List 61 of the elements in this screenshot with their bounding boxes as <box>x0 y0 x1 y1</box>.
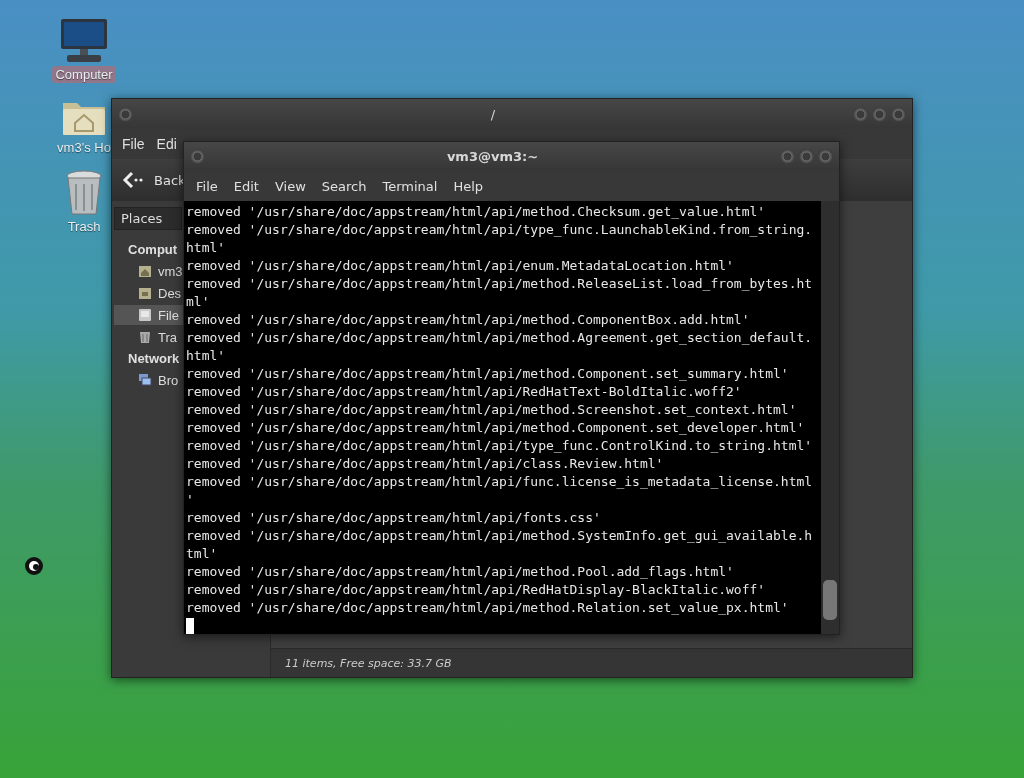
maximize-button[interactable] <box>872 106 887 122</box>
terminal-line: ml' <box>186 293 211 311</box>
terminal-line: ' <box>186 491 195 509</box>
scrollbar[interactable] <box>821 201 839 634</box>
terminal-line: tml' <box>186 545 219 563</box>
computer-icon <box>59 18 109 64</box>
folder-icon <box>138 286 152 300</box>
menu-item[interactable]: Help <box>447 175 490 197</box>
terminal-line: removed '/usr/share/doc/appstream/html/api/type_func.ControlKind.to_string.html' <box>186 437 814 455</box>
terminal-line: removed '/usr/share/doc/appstream/html/api/RedHatText-BoldItalic.woff2' <box>186 383 743 401</box>
terminal-line: removed '/usr/share/doc/appstream/html/api/enum.MetadataLocation.html' <box>186 257 735 275</box>
menu-item[interactable]: Edit <box>227 175 265 197</box>
scrollbar-thumb[interactable] <box>823 580 837 620</box>
status-text: 11 items, Free space: 33.7 GB <box>285 656 452 670</box>
terminal-line: removed '/usr/share/doc/appstream/html/api/func.license_is_metadata_license.html <box>186 473 814 491</box>
network-icon <box>138 373 152 387</box>
terminal-line: html' <box>186 239 227 257</box>
places-dropdown[interactable]: Places <box>114 207 182 230</box>
terminal-line: removed '/usr/share/doc/appstream/html/api/method.Agreement.get_section_default. <box>186 329 814 347</box>
trash-icon <box>138 330 152 344</box>
minimize-button[interactable] <box>780 149 795 164</box>
terminal-line: removed '/usr/share/doc/appstream/html/api/fonts.css' <box>186 509 602 527</box>
close-button[interactable] <box>818 149 833 164</box>
sidebar-section-title: Comput <box>128 241 178 259</box>
menu-item[interactable]: Edi <box>152 133 181 155</box>
sidebar-item[interactable]: Des <box>114 283 184 303</box>
terminal-line: html' <box>186 347 227 365</box>
window-menu-button[interactable] <box>118 106 133 122</box>
window-menu-button[interactable] <box>190 149 205 164</box>
terminal-line: removed '/usr/share/doc/appstream/html/api/method.SystemInfo.get_gui_available.h <box>186 527 814 545</box>
drive-icon <box>138 308 152 322</box>
sidebar-section-title: Network <box>128 350 180 368</box>
sidebar-item[interactable]: Bro <box>114 370 184 390</box>
terminal-line: removed '/usr/share/doc/appstream/html/api/type_func.LaunchableKind.from_string. <box>186 221 814 239</box>
terminal-line: removed '/usr/share/doc/appstream/html/api/method.Pool.add_flags.html' <box>186 563 735 581</box>
sidebar-item[interactable]: Tra <box>114 327 184 347</box>
terminal-line: removed '/usr/share/doc/appstream/html/api/class.Review.html' <box>186 455 665 473</box>
terminal-line: removed '/usr/share/doc/appstream/html/api/method.Checksum.get_value.html' <box>186 203 767 221</box>
window-title: / <box>489 106 497 122</box>
terminal-line: removed '/usr/share/doc/appstream/html/api/method.ReleaseList.load_from_bytes.ht <box>186 275 814 293</box>
terminal-line: removed '/usr/share/doc/appstream/html/api/method.Component.set_developer.html' <box>186 419 806 437</box>
terminal-line: removed '/usr/share/doc/appstream/html/api/method.Component.set_summary.html' <box>186 365 790 383</box>
sidebar-item[interactable]: File <box>114 305 184 325</box>
terminal-line: removed '/usr/share/doc/appstream/html/api/method.Relation.set_value_px.html' <box>186 599 790 617</box>
menu-item[interactable]: File <box>190 175 224 197</box>
back-arrow-icon <box>122 171 144 189</box>
terminal-line: removed '/usr/share/doc/appstream/html/api/method.Screenshot.set_context.html' <box>186 401 798 419</box>
menu-item[interactable]: Terminal <box>376 175 444 197</box>
trash-icon <box>64 170 104 216</box>
home-icon <box>138 264 152 278</box>
menu-item[interactable]: View <box>268 175 312 197</box>
menu-item[interactable]: Search <box>315 175 373 197</box>
terminal-line: removed '/usr/share/doc/appstream/html/api/method.ComponentBox.add.html' <box>186 311 751 329</box>
menu-item[interactable]: File <box>118 133 149 155</box>
cursor-icon <box>24 556 44 576</box>
window-title: vm3@vm3:~ <box>445 149 540 164</box>
close-button[interactable] <box>891 106 906 122</box>
terminal-line: removed '/usr/share/doc/appstream/html/api/RedHatDisplay-BlackItalic.woff' <box>186 581 767 599</box>
minimize-button[interactable] <box>853 106 868 122</box>
sidebar-item[interactable]: vm3 <box>114 261 184 281</box>
maximize-button[interactable] <box>799 149 814 164</box>
